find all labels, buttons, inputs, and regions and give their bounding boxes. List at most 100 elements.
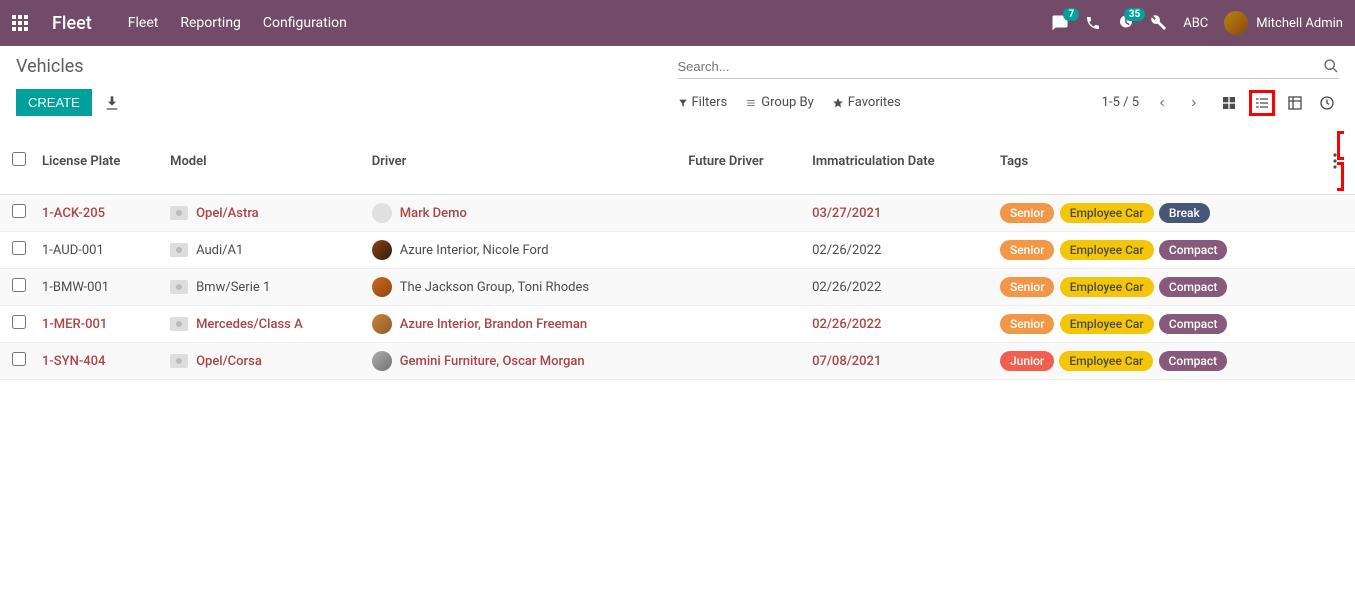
- cell-future: [680, 269, 804, 306]
- activities-icon[interactable]: 35: [1117, 14, 1135, 32]
- control-panel: Vehicles CREATE Filters Group By: [0, 46, 1355, 124]
- col-immat[interactable]: Immatriculation Date: [804, 128, 992, 195]
- nav-item-fleet[interactable]: Fleet: [128, 15, 159, 31]
- cell-model: Mercedes/Class A: [162, 306, 364, 343]
- filters-button[interactable]: Filters: [678, 95, 728, 110]
- cell-driver: Gemini Furniture, Oscar Morgan: [364, 343, 681, 380]
- top-navbar: Fleet Fleet Reporting Configuration 7 35…: [0, 0, 1355, 46]
- row-checkbox[interactable]: [12, 315, 26, 329]
- tag: Senior: [1000, 203, 1054, 223]
- driver-avatar: [372, 351, 392, 371]
- tag: Compact: [1159, 314, 1228, 334]
- cell-tags: Senior Employee Car Break: [992, 195, 1325, 232]
- tag: Senior: [1000, 314, 1054, 334]
- messages-icon[interactable]: 7: [1051, 14, 1069, 32]
- funnel-icon: [678, 98, 688, 108]
- cell-immat: 02/26/2022: [804, 269, 992, 306]
- brand-title[interactable]: Fleet: [52, 13, 92, 34]
- cell-license: 1-SYN-404: [34, 343, 162, 380]
- col-driver[interactable]: Driver: [364, 128, 681, 195]
- nav-menu: Fleet Reporting Configuration: [128, 15, 347, 31]
- col-model[interactable]: Model: [162, 128, 364, 195]
- cell-immat: 02/26/2022: [804, 306, 992, 343]
- cell-license: 1-AUD-001: [34, 232, 162, 269]
- pivot-view-button[interactable]: [1283, 91, 1307, 115]
- driver-avatar: [372, 277, 392, 297]
- table-row[interactable]: 1-MER-001 Mercedes/Class A Azure Interio…: [0, 306, 1355, 343]
- cell-driver: The Jackson Group, Toni Rhodes: [364, 269, 681, 306]
- star-icon: [832, 97, 844, 109]
- cell-tags: Senior Employee Car Compact: [992, 232, 1325, 269]
- col-future[interactable]: Future Driver: [680, 128, 804, 195]
- table-row[interactable]: 1-SYN-404 Opel/Corsa Gemini Furniture, O…: [0, 343, 1355, 380]
- search-bar[interactable]: [678, 54, 1340, 79]
- cell-immat: 03/27/2021: [804, 195, 992, 232]
- cell-driver: Azure Interior, Brandon Freeman: [364, 306, 681, 343]
- col-license[interactable]: License Plate: [34, 128, 162, 195]
- row-checkbox[interactable]: [12, 241, 26, 255]
- view-switcher: [1217, 90, 1339, 116]
- kanban-view-button[interactable]: [1217, 91, 1241, 115]
- cell-tags: Senior Employee Car Compact: [992, 306, 1325, 343]
- pager-text[interactable]: 1-5 / 5: [1102, 95, 1139, 110]
- cell-driver: Mark Demo: [364, 195, 681, 232]
- cell-tags: Junior Employee Car Compact: [992, 343, 1325, 380]
- tag: Junior: [1000, 351, 1054, 371]
- cell-immat: 02/26/2022: [804, 232, 992, 269]
- tag: Break: [1159, 203, 1210, 223]
- tag: Senior: [1000, 277, 1054, 297]
- export-icon[interactable]: [104, 95, 120, 111]
- vehicles-table: License Plate Model Driver Future Driver…: [0, 128, 1355, 380]
- driver-avatar: [372, 314, 392, 334]
- tools-icon[interactable]: [1151, 15, 1167, 31]
- table-row[interactable]: 1-ACK-205 Opel/Astra Mark Demo 03/27/202…: [0, 195, 1355, 232]
- cell-future: [680, 306, 804, 343]
- create-button[interactable]: CREATE: [16, 89, 92, 116]
- phone-icon[interactable]: [1085, 15, 1101, 31]
- pager-prev[interactable]: [1153, 96, 1171, 110]
- favorites-button[interactable]: Favorites: [832, 95, 901, 110]
- search-icon[interactable]: [1323, 58, 1339, 74]
- table-row[interactable]: 1-AUD-001 Audi/A1 Azure Interior, Nicole…: [0, 232, 1355, 269]
- cell-license: 1-BMW-001: [34, 269, 162, 306]
- tag: Employee Car: [1060, 240, 1154, 260]
- tag: Employee Car: [1059, 351, 1153, 371]
- activity-view-button[interactable]: [1315, 91, 1339, 115]
- car-icon: [170, 243, 188, 257]
- cell-future: [680, 343, 804, 380]
- driver-avatar: [372, 203, 392, 223]
- columns-options-button[interactable]: [1333, 131, 1347, 191]
- driver-avatar: [372, 240, 392, 260]
- cell-driver: Azure Interior, Nicole Ford: [364, 232, 681, 269]
- groupby-button[interactable]: Group By: [745, 95, 814, 110]
- tag: Compact: [1159, 240, 1228, 260]
- cell-model: Audi/A1: [162, 232, 364, 269]
- user-name: Mitchell Admin: [1256, 16, 1343, 31]
- table-row[interactable]: 1-BMW-001 Bmw/Serie 1 The Jackson Group,…: [0, 269, 1355, 306]
- select-all-checkbox[interactable]: [12, 152, 26, 166]
- list-view-button[interactable]: [1249, 90, 1275, 116]
- tag: Employee Car: [1060, 314, 1154, 334]
- nav-item-configuration[interactable]: Configuration: [263, 15, 347, 31]
- cell-license: 1-ACK-205: [34, 195, 162, 232]
- row-checkbox[interactable]: [12, 352, 26, 366]
- cell-tags: Senior Employee Car Compact: [992, 269, 1325, 306]
- company-selector[interactable]: ABC: [1183, 16, 1208, 31]
- car-icon: [170, 280, 188, 294]
- user-menu[interactable]: Mitchell Admin: [1224, 11, 1343, 35]
- pager-next[interactable]: [1185, 96, 1203, 110]
- breadcrumb: Vehicles: [16, 56, 678, 77]
- tag: Employee Car: [1060, 277, 1154, 297]
- cell-model: Opel/Astra: [162, 195, 364, 232]
- cell-model: Bmw/Serie 1: [162, 269, 364, 306]
- search-input[interactable]: [678, 59, 1324, 74]
- row-checkbox[interactable]: [12, 278, 26, 292]
- row-checkbox[interactable]: [12, 204, 26, 218]
- col-tags[interactable]: Tags: [992, 128, 1325, 195]
- messages-badge: 7: [1063, 8, 1079, 21]
- nav-item-reporting[interactable]: Reporting: [180, 15, 241, 31]
- user-avatar: [1224, 11, 1248, 35]
- apps-icon[interactable]: [12, 15, 28, 31]
- list-icon: [745, 98, 757, 108]
- cell-immat: 07/08/2021: [804, 343, 992, 380]
